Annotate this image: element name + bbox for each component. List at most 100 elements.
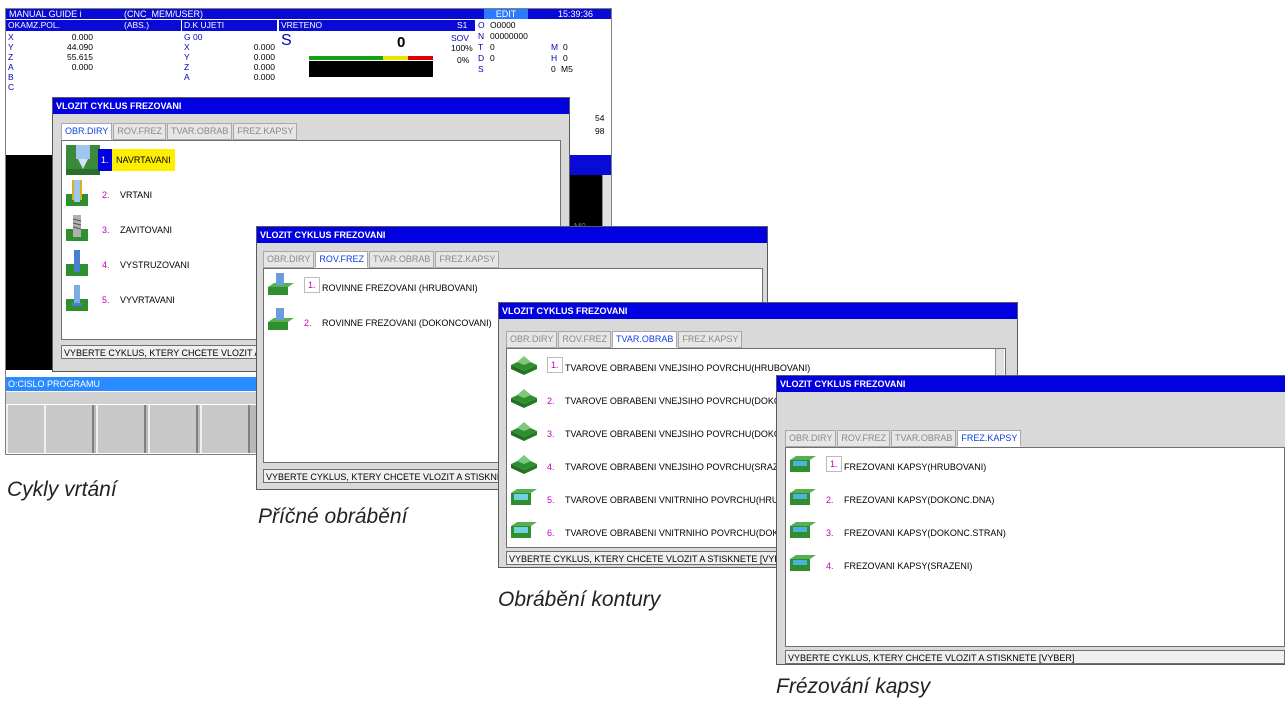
cycle-list-item[interactable]: 1. NAVRTAVANI [62,145,560,175]
item-number: 2. [304,318,312,328]
item-number: 5. [547,495,555,505]
distance-to-go-panel: D.K UJETI G 00 X 0.000 Y 0.000 Z 0.000 A 0.000 [182,20,277,100]
tab-obr-diry[interactable]: OBR.DIRY [785,430,837,447]
caption-drilling: Cykly vrtání [7,478,117,501]
cycle-list-item[interactable]: 2. FREZOVANI KAPSY(DOKONC.DNA) [786,485,1284,515]
item-number: 4. [102,260,110,270]
item-label: FREZOVANI KAPSY(DOKONC.DNA) [844,495,995,505]
program-path: (CNC_MEM/USER) [124,9,204,19]
h-value: 0 [563,53,568,63]
cycle-list-item[interactable]: 1. ROVINNE FREZOVANI (HRUBOVANI) [264,273,762,303]
item-label: VRTANI [120,190,153,200]
tab-rov-frez[interactable]: ROV.FREZ [837,430,891,447]
cycle-list-item[interactable]: 3. FREZOVANI KAPSY(DOKONC.STRAN) [786,518,1284,548]
side-value-1: 54 [595,113,605,123]
spindle-load-bar [309,61,433,77]
item-label: FREZOVANI KAPSY(HRUBOVANI) [844,462,987,472]
cycle-list-item[interactable]: 1. FREZOVANI KAPSY(HRUBOVANI) [786,452,1284,482]
o-label: O [478,20,485,30]
item-number: 1. [98,149,112,171]
position-panel: OKAMZ.POL. (ABS.) X 0.000 Y 44.090 Z 55.615 A 0… [6,20,181,100]
window-title: VLOZIT CYKLUS FREZOVANI [53,98,569,114]
tab-rov-frez[interactable]: ROV.FREZ [315,251,369,268]
clock: 15:39:36 [558,9,594,19]
tab-tvar-obrab[interactable]: TVAR.OBRAB [167,123,233,140]
cycle-list-item[interactable]: 2. VRTANI [62,180,560,210]
cycle-list-item[interactable]: 4. FREZOVANI KAPSY(SRAZENI) [786,551,1284,581]
side-value-2: 98 [595,126,605,136]
tab-rov-frez[interactable]: ROV.FREZ [558,331,612,348]
t-value: 0 [490,42,495,52]
axis-value: 0.000 [253,62,275,72]
tap-icon [66,215,100,245]
t-label: T [478,42,484,52]
softkey-4[interactable] [148,405,198,453]
program-status-panel: O O0000 N 00000000 T 0 M 0 D 0 H 0 S 0 M… [477,20,611,136]
caption-pocket: Frézování kapsy [776,675,931,698]
h-label: H [551,53,558,63]
spindle-panel: VRETENO S1 S 0 SOV 100% 0% [279,20,475,100]
tab-tvar-obrab[interactable]: TVAR.OBRAB [612,331,678,348]
axis-value: 0.000 [71,62,93,72]
axis-label: B [8,72,14,82]
contour-outer-icon [511,452,545,482]
ream-icon [66,250,100,280]
tab-frez-kapsy[interactable]: FREZ.KAPSY [957,430,1022,447]
cycle-window-pocket: VLOZIT CYKLUS FREZOVANI OBR.DIRY ROV.FREZ… [776,375,1285,665]
item-label: FREZOVANI KAPSY(SRAZENI) [844,561,973,571]
axis-label: C [8,82,15,92]
contour-outer-icon [511,386,545,416]
item-label: VYSTRUZOVANI [120,260,190,270]
window-title: VLOZIT CYKLUS FREZOVANI [777,376,1285,392]
softkey-3[interactable] [96,405,146,453]
tab-obr-diry[interactable]: OBR.DIRY [263,251,315,268]
contour-outer-icon [511,419,545,449]
bore-icon [66,285,100,315]
cycle-list: 1. FREZOVANI KAPSY(HRUBOVANI) 2. FREZOVANI … [785,447,1285,647]
m-label: M [551,42,559,52]
tab-obr-diry[interactable]: OBR.DIRY [506,331,558,348]
item-label: VYVRTAVANI [120,295,175,305]
m-value: 0 [563,42,568,52]
d-value: 0 [490,53,495,63]
spindle-s-label: S [281,32,292,49]
tab-obr-diry[interactable]: OBR.DIRY [61,123,113,140]
spot-drill-icon [66,145,100,175]
item-label: NAVRTAVANI [112,149,175,171]
n-value: 00000000 [490,31,528,41]
tab-frez-kapsy[interactable]: FREZ.KAPSY [435,251,500,268]
item-number: 5. [102,295,110,305]
tab-row: OBR.DIRY ROV.FREZ TVAR.OBRAB FREZ.KAPSY [506,331,743,348]
tab-tvar-obrab[interactable]: TVAR.OBRAB [891,430,957,447]
spindle-load-scale [309,56,433,60]
axis-label: A [8,62,14,72]
tab-rov-frez[interactable]: ROV.FREZ [113,123,167,140]
pocket-icon [790,551,824,581]
spindle-title: VRETENO [281,20,323,30]
tab-frez-kapsy[interactable]: FREZ.KAPSY [678,331,743,348]
pocket-icon [790,518,824,548]
item-number: 2. [547,396,555,406]
item-label: ROVINNE FREZOVANI (HRUBOVANI) [322,283,478,293]
spindle-speed: 0 [397,34,406,51]
spindle-load: 0% [457,55,470,65]
axis-label: Y [184,52,190,62]
item-number: 3. [826,528,834,538]
axis-value: 55.615 [67,52,93,62]
n-label: N [478,31,485,41]
tab-tvar-obrab[interactable]: TVAR.OBRAB [369,251,435,268]
item-label: TVAROVE OBRABENI VNEJSIHO POVRCHU(HRUBOV… [565,363,811,373]
caption-face-milling: Příčné obrábění [258,505,408,528]
gcode-value: G 00 [184,32,203,42]
item-number: 2. [826,495,834,505]
caption-contour: Obrábění kontury [498,588,661,611]
softkey-5[interactable] [200,405,250,453]
axis-label: Z [8,52,14,62]
softkey-2[interactable] [44,405,94,453]
axis-label: X [8,32,14,42]
tab-frez-kapsy[interactable]: FREZ.KAPSY [233,123,298,140]
contour-outer-icon [511,353,545,383]
spindle-channel: S1 [457,20,468,30]
item-number: 1. [826,456,842,472]
drill-icon [66,180,100,210]
